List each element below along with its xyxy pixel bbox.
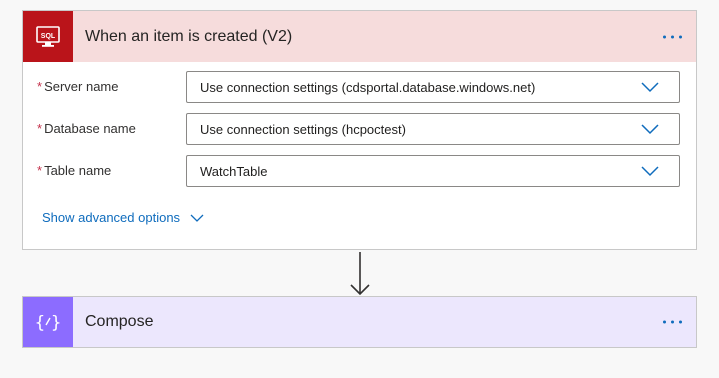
required-mark: * xyxy=(37,79,43,94)
trigger-more-button[interactable] xyxy=(661,31,684,42)
svg-text:SQL: SQL xyxy=(41,33,56,40)
compose-icon-tile: { } xyxy=(23,297,73,347)
compose-icon: { } xyxy=(34,313,61,333)
trigger-card-body: * Server name Use connection settings (cd… xyxy=(23,62,696,197)
server-name-label: * Server name xyxy=(37,79,119,94)
chevron-down-icon xyxy=(641,124,659,135)
field-row-table-name: * Table name WatchTable xyxy=(23,155,696,197)
table-name-dropdown[interactable]: WatchTable xyxy=(186,155,680,187)
required-mark: * xyxy=(37,163,43,178)
database-name-label: * Database name xyxy=(37,121,136,136)
database-name-dropdown[interactable]: Use connection settings (hcpoctest) xyxy=(186,113,680,145)
dot-icon xyxy=(671,320,674,324)
table-name-value: WatchTable xyxy=(200,163,268,179)
server-name-value: Use connection settings (cdsportal.datab… xyxy=(200,79,536,95)
dot-icon xyxy=(679,35,682,38)
table-name-label: * Table name xyxy=(37,163,112,178)
field-row-database-name: * Database name Use connection settings (… xyxy=(23,113,696,155)
show-advanced-options-label: Show advanced options xyxy=(42,210,181,225)
compose-card: { } Compose xyxy=(22,296,697,348)
trigger-title: When an item is created (V2) xyxy=(85,27,293,45)
dot-icon xyxy=(663,320,666,324)
server-name-dropdown[interactable]: Use connection settings (cdsportal.datab… xyxy=(186,71,680,103)
show-advanced-options-link[interactable]: Show advanced options xyxy=(42,210,204,225)
trigger-card: SQL When an item is created (V2) * Server… xyxy=(22,10,697,250)
sql-icon-tile: SQL xyxy=(23,11,73,62)
compose-card-header[interactable]: { } Compose xyxy=(23,297,696,347)
chevron-down-icon xyxy=(190,214,204,222)
field-row-server-name: * Server name Use connection settings (cd… xyxy=(23,71,696,113)
database-name-value: Use connection settings (hcpoctest) xyxy=(200,121,406,137)
dot-icon xyxy=(671,35,674,38)
compose-title: Compose xyxy=(85,313,154,330)
svg-text:{ }: { } xyxy=(34,313,61,333)
compose-more-button[interactable] xyxy=(661,317,684,328)
chevron-down-icon xyxy=(641,82,659,93)
trigger-card-header[interactable]: SQL When an item is created (V2) xyxy=(23,11,696,62)
sql-icon: SQL xyxy=(36,25,60,47)
down-arrow-icon xyxy=(350,252,370,296)
required-mark: * xyxy=(37,121,43,136)
dot-icon xyxy=(663,35,666,38)
chevron-down-icon xyxy=(641,166,659,177)
dot-icon xyxy=(679,320,682,324)
